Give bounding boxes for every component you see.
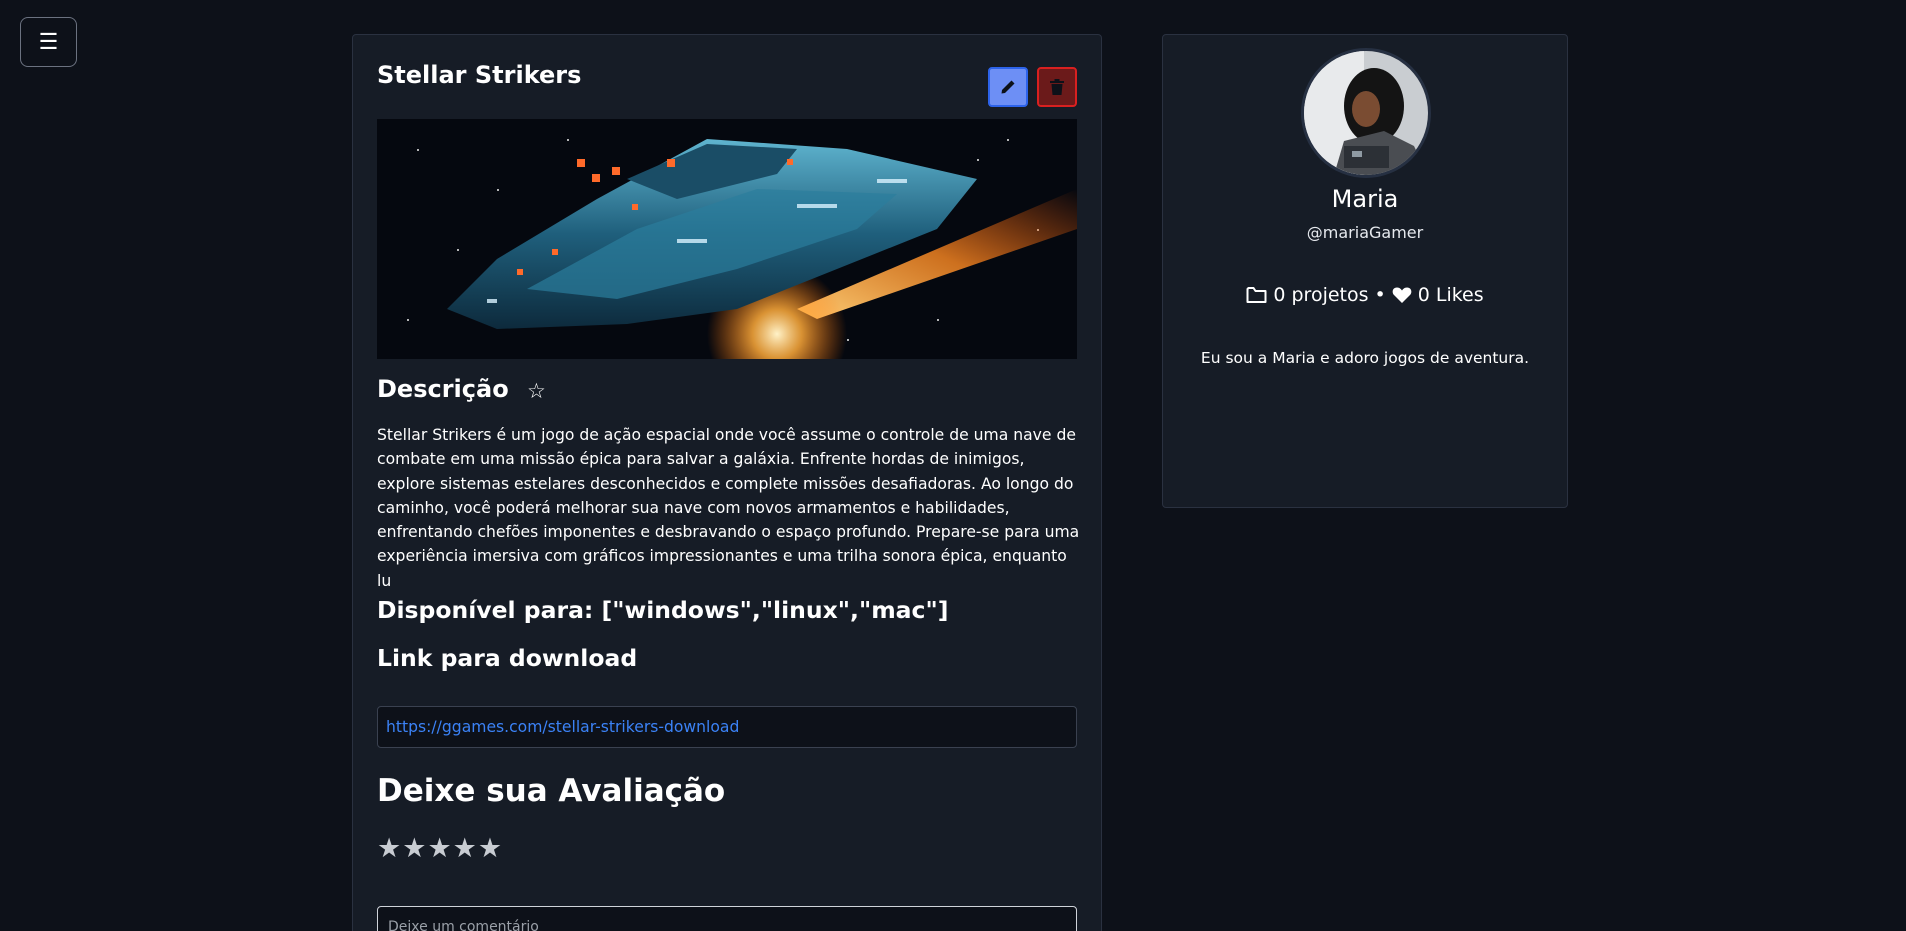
project-description: Stellar Strikers é um jogo de ação espac… [377, 426, 1080, 590]
favorite-star-icon[interactable]: ☆ [527, 379, 546, 403]
download-link[interactable]: https://ggames.com/stellar-strikers-down… [386, 718, 739, 736]
menu-toggle-button[interactable]: ☰ [20, 17, 77, 67]
heart-icon [1392, 287, 1412, 303]
delete-button[interactable] [1037, 67, 1077, 107]
rating-star-3-icon[interactable]: ★ [427, 835, 451, 862]
platforms-info: Disponível para: ["windows","linux","mac… [377, 596, 949, 624]
edit-button[interactable] [988, 67, 1028, 107]
avatar [1301, 48, 1431, 178]
profile-name: Maria [1331, 185, 1399, 213]
project-card: Stellar Strikers Descrição ☆ Stellar Str… [352, 34, 1102, 931]
pencil-icon [1001, 80, 1015, 94]
profile-stats: 0 projetos • 0 Likes [1163, 284, 1567, 306]
description-heading: Descrição [377, 375, 509, 403]
review-heading: Deixe sua Avaliação [377, 773, 726, 809]
profile-bio: Eu sou a Maria e adoro jogos de aventura… [1200, 349, 1530, 367]
spaceship-illustration [377, 119, 1077, 359]
rating-star-1-icon[interactable]: ★ [377, 835, 401, 862]
rating-star-5-icon[interactable]: ★ [478, 835, 502, 862]
rating-star-4-icon[interactable]: ★ [453, 835, 477, 862]
stats-separator: • [1374, 284, 1386, 306]
comment-input[interactable] [377, 906, 1077, 931]
download-link-box: https://ggames.com/stellar-strikers-down… [377, 706, 1077, 748]
folder-icon [1246, 287, 1267, 303]
projects-count: 0 projetos [1273, 284, 1369, 306]
trash-icon [1050, 79, 1064, 95]
profile-username: @mariaGamer [1306, 223, 1424, 242]
project-title: Stellar Strikers [377, 61, 582, 89]
download-heading: Link para download [377, 644, 638, 672]
likes-count: 0 Likes [1417, 284, 1484, 306]
profile-card: Maria @mariaGamer 0 projetos • 0 Likes E… [1162, 34, 1568, 508]
rating-stars: ★ ★ ★ ★ ★ [377, 835, 502, 862]
project-cover-image [377, 119, 1077, 359]
rating-star-2-icon[interactable]: ★ [402, 835, 426, 862]
avatar-photo [1304, 51, 1428, 175]
